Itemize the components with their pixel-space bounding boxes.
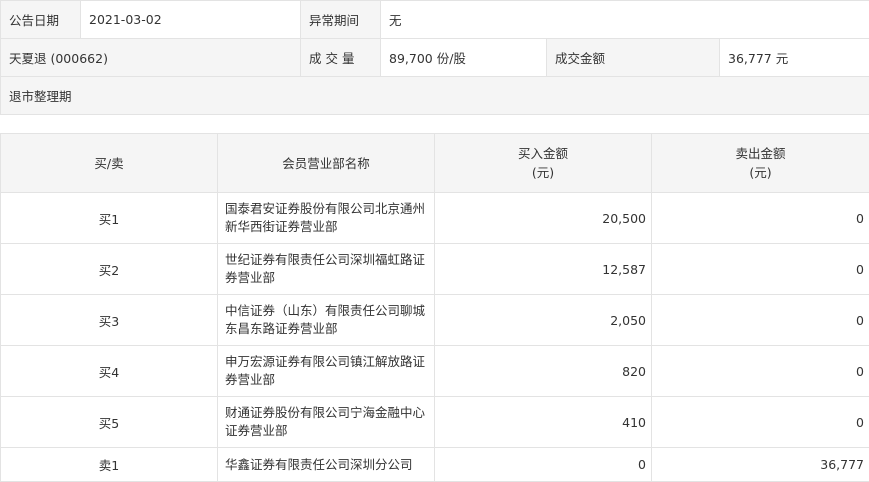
turnover-value: 36,777 元 [720, 39, 869, 77]
header-branch: 会员营业部名称 [218, 134, 435, 193]
row-buy-amount: 820 [435, 346, 652, 397]
table-header-row: 买/卖 会员营业部名称 买入金额 (元) 卖出金额 (元) [1, 134, 869, 193]
row-branch-name: 国泰君安证券股份有限公司北京通州新华西街证券营业部 [218, 193, 435, 244]
row-side: 买3 [1, 295, 218, 346]
table-row: 卖1 华鑫证券有限责任公司深圳分公司 0 36,777 [1, 448, 869, 482]
stock-name: 天夏退 (000662) [1, 39, 301, 77]
info-row-date: 公告日期 2021-03-02 异常期间 无 [1, 1, 869, 39]
row-branch-name: 申万宏源证券有限公司镇江解放路证券营业部 [218, 346, 435, 397]
trading-branch-table: 买/卖 会员营业部名称 买入金额 (元) 卖出金额 (元) 买1 国泰君安证券股… [0, 133, 869, 482]
row-buy-amount: 20,500 [435, 193, 652, 244]
row-sell-amount: 0 [652, 244, 869, 295]
header-sell-amount-label: 卖出金额 [653, 144, 868, 163]
volume-value: 89,700 份/股 [381, 39, 547, 77]
turnover-label: 成交金额 [547, 39, 720, 77]
header-sell-amount: 卖出金额 (元) [652, 134, 869, 193]
header-buy-unit: (元) [436, 163, 650, 182]
info-row-stock: 天夏退 (000662) 成 交 量 89,700 份/股 成交金额 36,77… [1, 39, 869, 77]
header-buy-amount: 买入金额 (元) [435, 134, 652, 193]
row-buy-amount: 0 [435, 448, 652, 482]
announce-date-value: 2021-03-02 [81, 1, 301, 39]
abnormal-period-value: 无 [381, 1, 869, 39]
header-buy-amount-label: 买入金额 [436, 144, 650, 163]
row-side: 买2 [1, 244, 218, 295]
row-buy-amount: 12,587 [435, 244, 652, 295]
table-row: 买2 世纪证券有限责任公司深圳福虹路证券营业部 12,587 0 [1, 244, 869, 295]
row-side: 买5 [1, 397, 218, 448]
row-sell-amount: 0 [652, 193, 869, 244]
row-branch-name: 华鑫证券有限责任公司深圳分公司 [218, 448, 435, 482]
header-side: 买/卖 [1, 134, 218, 193]
row-buy-amount: 410 [435, 397, 652, 448]
row-sell-amount: 36,777 [652, 448, 869, 482]
table-row: 买4 申万宏源证券有限公司镇江解放路证券营业部 820 0 [1, 346, 869, 397]
listing-reason: 退市整理期 [1, 77, 869, 115]
row-branch-name: 中信证券（山东）有限责任公司聊城东昌东路证券营业部 [218, 295, 435, 346]
announce-date-label: 公告日期 [1, 1, 81, 39]
row-branch-name: 财通证券股份有限公司宁海金融中心证券营业部 [218, 397, 435, 448]
announcement-info-table: 公告日期 2021-03-02 异常期间 无 天夏退 (000662) 成 交 … [0, 0, 869, 115]
info-row-reason: 退市整理期 [1, 77, 869, 115]
abnormal-period-label: 异常期间 [301, 1, 381, 39]
row-buy-amount: 2,050 [435, 295, 652, 346]
row-side: 卖1 [1, 448, 218, 482]
row-sell-amount: 0 [652, 397, 869, 448]
volume-label: 成 交 量 [301, 39, 381, 77]
table-row: 买3 中信证券（山东）有限责任公司聊城东昌东路证券营业部 2,050 0 [1, 295, 869, 346]
row-side: 买1 [1, 193, 218, 244]
row-sell-amount: 0 [652, 295, 869, 346]
table-row: 买5 财通证券股份有限公司宁海金融中心证券营业部 410 0 [1, 397, 869, 448]
header-sell-unit: (元) [653, 163, 868, 182]
row-side: 买4 [1, 346, 218, 397]
row-sell-amount: 0 [652, 346, 869, 397]
row-branch-name: 世纪证券有限责任公司深圳福虹路证券营业部 [218, 244, 435, 295]
table-row: 买1 国泰君安证券股份有限公司北京通州新华西街证券营业部 20,500 0 [1, 193, 869, 244]
